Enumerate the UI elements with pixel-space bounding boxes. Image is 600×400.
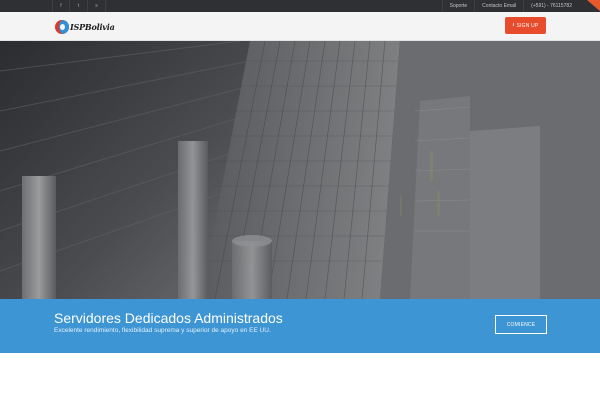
sign-up-label: SIGN UP: [516, 22, 539, 29]
facebook-icon[interactable]: f: [52, 0, 70, 12]
skype-icon[interactable]: s: [88, 0, 106, 12]
promo-banner: Servidores Dedicados Administrados Excel…: [0, 299, 600, 353]
contact-email-link[interactable]: Contacto Email: [474, 0, 523, 12]
site-header: ISPBolivia ⭳ SIGN UP: [0, 12, 600, 41]
twitter-icon[interactable]: t: [70, 0, 88, 12]
banner-subtitle: Excelente rendimiento, flexibilidad supr…: [54, 327, 271, 334]
corner-ribbon[interactable]: [579, 0, 600, 12]
social-links: f t s: [52, 0, 106, 12]
top-links: Soporte Contacto Email (+591) - 76115782: [441, 0, 600, 12]
logo-text: ISPBolivia: [70, 22, 115, 32]
hero-image: [0, 41, 600, 299]
building-photo: [0, 41, 600, 299]
top-utility-bar: f t s Soporte Contacto Email (+591) - 76…: [0, 0, 600, 12]
download-icon: ⭳: [512, 21, 515, 28]
comience-button[interactable]: COMIENCE: [495, 315, 547, 334]
logo-mark-icon: [55, 20, 69, 34]
site-logo[interactable]: ISPBolivia: [55, 17, 115, 37]
banner-title: Servidores Dedicados Administrados: [54, 310, 283, 326]
sign-up-button[interactable]: ⭳ SIGN UP: [505, 17, 546, 34]
support-link[interactable]: Soporte: [441, 0, 475, 12]
